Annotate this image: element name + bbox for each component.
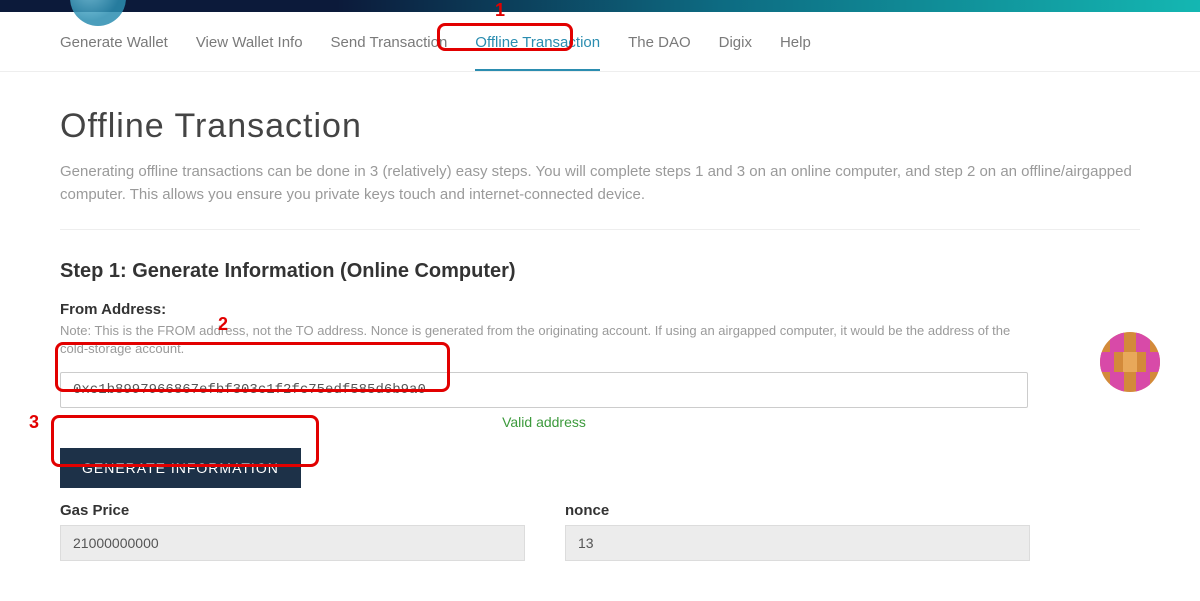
divider — [60, 229, 1140, 230]
tab-digix[interactable]: Digix — [719, 34, 752, 71]
gas-price-value — [60, 525, 525, 561]
generate-information-button[interactable]: GENERATE INFORMATION — [60, 448, 301, 488]
from-address-note: Note: This is the FROM address, not the … — [60, 322, 1020, 358]
from-address-input[interactable] — [60, 372, 1028, 408]
header-gradient — [0, 0, 1200, 12]
tab-the-dao[interactable]: The DAO — [628, 34, 691, 71]
nav-tabs: Generate Wallet View Wallet Info Send Tr… — [0, 12, 1200, 72]
tab-view-wallet-info[interactable]: View Wallet Info — [196, 34, 303, 71]
from-address-label: From Address: — [60, 301, 1140, 318]
nonce-label: nonce — [565, 502, 1030, 519]
page-title: Offline Transaction — [60, 107, 1140, 146]
tab-generate-wallet[interactable]: Generate Wallet — [60, 34, 168, 71]
step1-title: Step 1: Generate Information (Online Com… — [60, 260, 1140, 283]
address-identicon — [1100, 332, 1160, 392]
tab-offline-transaction[interactable]: Offline Transaction — [475, 34, 600, 71]
nonce-value — [565, 525, 1030, 561]
tab-help[interactable]: Help — [780, 34, 811, 71]
intro-text: Generating offline transactions can be d… — [60, 160, 1140, 207]
gas-price-label: Gas Price — [60, 502, 525, 519]
valid-address-text: Valid address — [60, 414, 1028, 430]
main-content: Offline Transaction Generating offline t… — [0, 72, 1200, 601]
tab-send-transaction[interactable]: Send Transaction — [331, 34, 448, 71]
